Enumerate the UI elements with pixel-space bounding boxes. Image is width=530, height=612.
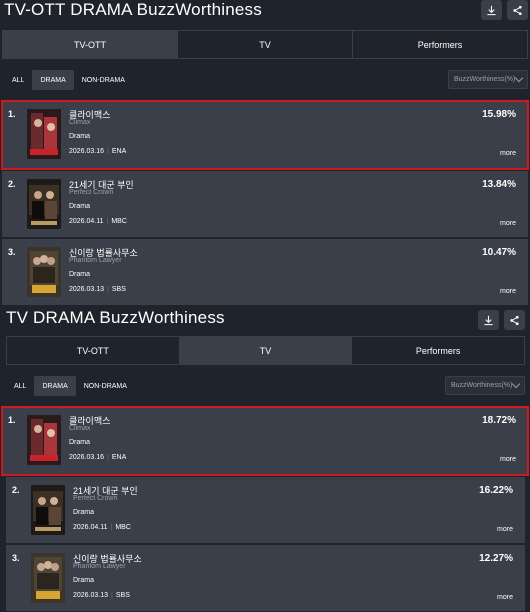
buzz-percent: 15.98% [482, 109, 516, 120]
list-item[interactable]: 1. 클라이맥스 Climax Drama 2026.03.16 | ENA 15.… [1, 100, 529, 170]
section-title: TV-OTT DRAMA BuzzWorthiness [4, 0, 262, 19]
filter-non-drama[interactable]: NON-DRAMA [74, 70, 133, 90]
sort-dropdown-value: BuzzWorthiness(%) [451, 382, 513, 389]
sort-dropdown[interactable]: BuzzWorthiness(%) [445, 376, 525, 395]
channel: MBC [111, 218, 127, 225]
poster-image [27, 179, 61, 229]
genre: Drama [69, 271, 91, 278]
air-date: 2026.04.11 [69, 218, 104, 225]
list-item[interactable]: 1. 클라이맥스 Climax Drama 2026.03.16 | ENA 18.… [1, 406, 529, 476]
channel: ENA [111, 148, 127, 155]
separator: | [107, 148, 109, 155]
filter-chips: ALL DRAMA NON-DRAMA [4, 70, 133, 90]
list-item[interactable]: 2. 21세기 대군 부인 Perfect Crown Drama 2026.0… [6, 477, 525, 543]
more-link[interactable]: more [497, 594, 513, 601]
rank: 1. [8, 109, 16, 119]
share-button[interactable] [507, 0, 528, 20]
title-english: Perfect Crown [69, 189, 114, 196]
filter-drama[interactable]: DRAMA [34, 376, 76, 396]
more-link[interactable]: more [500, 150, 516, 157]
air-info: 2026.04.11 | MBC [69, 218, 127, 225]
channel: SBS [111, 286, 126, 293]
separator: | [111, 592, 113, 599]
buzz-percent: 16.22% [479, 485, 513, 496]
chevron-down-icon [514, 73, 524, 83]
filter-drama[interactable]: DRAMA [32, 70, 74, 90]
tab-tv-ott[interactable]: TV-OTT [3, 31, 178, 58]
rank: 2. [12, 485, 20, 495]
poster-image [27, 109, 61, 159]
air-info: 2026.03.16 | ENA [69, 148, 126, 155]
separator: | [107, 286, 109, 293]
more-link[interactable]: more [500, 456, 516, 463]
poster-image [31, 553, 65, 603]
air-info: 2026.03.13 | SBS [69, 286, 126, 293]
download-button[interactable] [481, 0, 502, 20]
list-item[interactable]: 3. 신이랑 법률사무소 Phantom Lawyer Drama 2026.0… [6, 545, 525, 611]
rank: 3. [12, 553, 20, 563]
filter-chips: ALL DRAMA NON-DRAMA [6, 376, 135, 396]
filter-all[interactable]: ALL [4, 70, 32, 90]
tv-ott-drama-section: TV-OTT DRAMA BuzzWorthiness TV-OTT TV Pe… [0, 0, 530, 306]
channel: MBC [115, 524, 131, 531]
share-icon [510, 315, 519, 325]
genre: Drama [73, 509, 95, 516]
rank: 2. [8, 179, 16, 189]
section-title: TV DRAMA BuzzWorthiness [6, 308, 225, 327]
title-english: Phantom Lawyer [73, 563, 126, 570]
poster-image [27, 415, 61, 465]
sort-dropdown[interactable]: BuzzWorthiness(%) [448, 70, 528, 89]
poster-image [27, 247, 61, 297]
air-date: 2026.03.13 [73, 592, 109, 599]
air-date: 2026.03.16 [69, 148, 105, 155]
tab-tv[interactable]: TV [178, 31, 353, 58]
tab-performers[interactable]: Performers [352, 337, 524, 364]
channel: ENA [111, 454, 127, 461]
genre: Drama [69, 439, 91, 446]
genre: Drama [69, 133, 91, 140]
more-link[interactable]: more [497, 526, 513, 533]
air-date: 2026.03.13 [69, 286, 105, 293]
title-english: Climax [69, 425, 91, 432]
title-english: Perfect Crown [73, 495, 118, 502]
title-english: Phantom Lawyer [69, 257, 122, 264]
poster-image [31, 485, 65, 535]
tab-bar: TV-OTT TV Performers [2, 30, 528, 59]
separator: | [107, 454, 109, 461]
title-english: Climax [69, 119, 91, 126]
genre: Drama [73, 577, 95, 584]
air-info: 2026.03.13 | SBS [73, 592, 130, 599]
download-button[interactable] [478, 310, 499, 330]
more-link[interactable]: more [500, 288, 516, 295]
share-icon [513, 5, 522, 15]
more-link[interactable]: more [500, 220, 516, 227]
genre: Drama [69, 203, 91, 210]
list-item[interactable]: 3. 신이랑 법률사무소 Phantom Lawyer Drama 2026.0… [2, 239, 528, 305]
filter-all[interactable]: ALL [6, 376, 34, 396]
tab-tv-ott[interactable]: TV-OTT [7, 337, 180, 364]
list-item[interactable]: 2. 21세기 대군 부인 Perfect Crown Drama 2026.0… [2, 171, 528, 237]
tv-drama-section: TV DRAMA BuzzWorthiness TV-OTT TV Perfor… [0, 306, 530, 612]
air-info: 2026.04.11 | MBC [73, 524, 131, 531]
rank: 3. [8, 247, 16, 257]
tab-performers[interactable]: Performers [353, 31, 527, 58]
download-icon [484, 315, 493, 325]
air-date: 2026.03.16 [69, 454, 105, 461]
share-button[interactable] [504, 310, 525, 330]
buzz-percent: 10.47% [482, 247, 516, 258]
rank: 1. [8, 415, 16, 425]
tab-tv[interactable]: TV [179, 337, 353, 364]
air-info: 2026.03.16 | ENA [69, 454, 126, 461]
buzz-percent: 18.72% [482, 415, 516, 426]
buzz-percent: 12.27% [479, 553, 513, 564]
chevron-down-icon [511, 379, 521, 389]
channel: SBS [115, 592, 130, 599]
filter-non-drama[interactable]: NON-DRAMA [76, 376, 135, 396]
tab-bar: TV-OTT TV Performers [6, 336, 525, 365]
download-icon [487, 5, 496, 15]
sort-dropdown-value: BuzzWorthiness(%) [454, 76, 516, 83]
air-date: 2026.04.11 [73, 524, 108, 531]
buzz-percent: 13.84% [482, 179, 516, 190]
